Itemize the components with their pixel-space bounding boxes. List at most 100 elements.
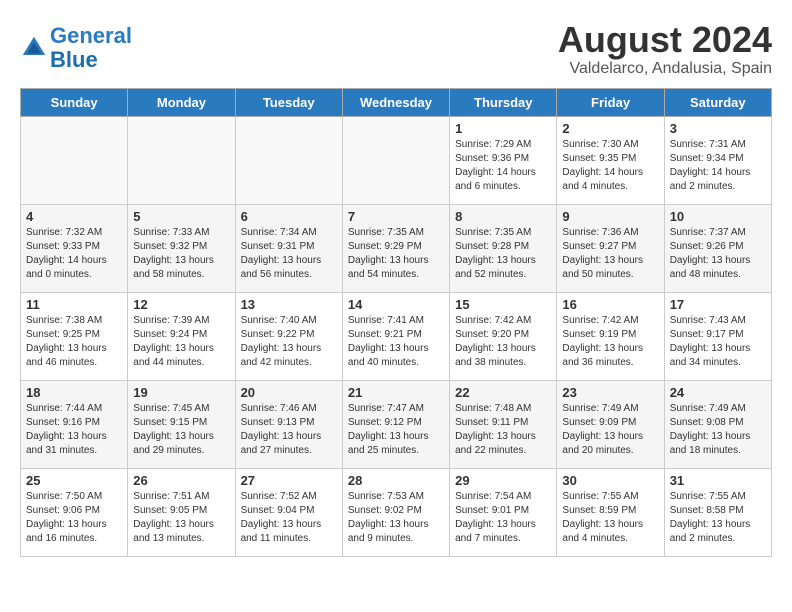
day-number: 24	[670, 385, 766, 400]
day-number: 4	[26, 209, 122, 224]
weekday-header-row: SundayMondayTuesdayWednesdayThursdayFrid…	[21, 88, 772, 116]
calendar-cell: 27 Sunrise: 7:52 AM Sunset: 9:04 PM Dayli…	[235, 468, 342, 556]
calendar-cell: 4 Sunrise: 7:32 AM Sunset: 9:33 PM Daylig…	[21, 204, 128, 292]
day-info: Sunrise: 7:35 AM Sunset: 9:29 PM Dayligh…	[348, 226, 444, 282]
day-info: Sunrise: 7:46 AM Sunset: 9:13 PM Dayligh…	[241, 402, 337, 458]
calendar-cell: 6Sunrise: 7:34 AM Sunset: 9:31 PM Daylig…	[235, 204, 342, 292]
day-info: Sunrise: 7:43 AM Sunset: 9:17 PM Dayligh…	[670, 314, 766, 370]
day-info: Sunrise: 7:54 AM Sunset: 9:01 PM Dayligh…	[455, 490, 551, 546]
weekday-header-tuesday: Tuesday	[235, 88, 342, 116]
calendar-week-3: 11Sunrise: 7:38 AM Sunset: 9:25 PM Dayli…	[21, 292, 772, 380]
calendar-cell: 19 Sunrise: 7:45 AM Sunset: 9:15 PM Dayli…	[128, 380, 235, 468]
calendar-table: SundayMondayTuesdayWednesdayThursdayFrid…	[20, 88, 772, 557]
calendar-cell: 8Sunrise: 7:35 AM Sunset: 9:28 PM Daylig…	[450, 204, 557, 292]
day-info: Sunrise: 7:32 AM Sunset: 9:33 PM Dayligh…	[26, 226, 122, 282]
calendar-cell: 23 Sunrise: 7:49 AM Sunset: 9:09 PM Dayli…	[557, 380, 664, 468]
day-info: Sunrise: 7:39 AM Sunset: 9:24 PM Dayligh…	[133, 314, 229, 370]
header: General Blue August 2024 Valdelarco, And…	[20, 20, 772, 78]
day-number: 31	[670, 473, 766, 488]
calendar-cell: 28 Sunrise: 7:53 AM Sunset: 9:02 PM Dayli…	[342, 468, 449, 556]
day-number: 15	[455, 297, 551, 312]
day-info: Sunrise: 7:51 AM Sunset: 9:05 PM Dayligh…	[133, 490, 229, 546]
day-info: Sunrise: 7:48 AM Sunset: 9:11 PM Dayligh…	[455, 402, 551, 458]
logo-icon	[20, 34, 48, 62]
calendar-cell: 14Sunrise: 7:41 AM Sunset: 9:21 PM Dayli…	[342, 292, 449, 380]
calendar-week-4: 18 Sunrise: 7:44 AM Sunset: 9:16 PM Dayli…	[21, 380, 772, 468]
day-number: 12	[133, 297, 229, 312]
day-number: 8	[455, 209, 551, 224]
day-info: Sunrise: 7:30 AM Sunset: 9:35 PM Dayligh…	[562, 138, 658, 194]
weekday-header-sunday: Sunday	[21, 88, 128, 116]
day-info: Sunrise: 7:37 AM Sunset: 9:26 PM Dayligh…	[670, 226, 766, 282]
day-info: Sunrise: 7:52 AM Sunset: 9:04 PM Dayligh…	[241, 490, 337, 546]
day-info: Sunrise: 7:49 AM Sunset: 9:09 PM Dayligh…	[562, 402, 658, 458]
day-number: 10	[670, 209, 766, 224]
day-info: Sunrise: 7:33 AM Sunset: 9:32 PM Dayligh…	[133, 226, 229, 282]
day-number: 2	[562, 121, 658, 136]
logo-text: General Blue	[50, 24, 132, 72]
weekday-header-saturday: Saturday	[664, 88, 771, 116]
day-info: Sunrise: 7:41 AM Sunset: 9:21 PM Dayligh…	[348, 314, 444, 370]
calendar-cell: 18 Sunrise: 7:44 AM Sunset: 9:16 PM Dayli…	[21, 380, 128, 468]
day-info: Sunrise: 7:47 AM Sunset: 9:12 PM Dayligh…	[348, 402, 444, 458]
calendar-cell: 10 Sunrise: 7:37 AM Sunset: 9:26 PM Dayli…	[664, 204, 771, 292]
day-info: Sunrise: 7:49 AM Sunset: 9:08 PM Dayligh…	[670, 402, 766, 458]
month-year: August 2024	[558, 20, 772, 60]
day-number: 7	[348, 209, 444, 224]
day-number: 28	[348, 473, 444, 488]
day-info: Sunrise: 7:55 AM Sunset: 8:59 PM Dayligh…	[562, 490, 658, 546]
page: General Blue August 2024 Valdelarco, And…	[0, 0, 792, 567]
day-info: Sunrise: 7:29 AM Sunset: 9:36 PM Dayligh…	[455, 138, 551, 194]
calendar-cell: 20 Sunrise: 7:46 AM Sunset: 9:13 PM Dayli…	[235, 380, 342, 468]
location: Valdelarco, Andalusia, Spain	[558, 60, 772, 78]
calendar-cell	[342, 116, 449, 204]
day-number: 16	[562, 297, 658, 312]
weekday-header-wednesday: Wednesday	[342, 88, 449, 116]
day-number: 3	[670, 121, 766, 136]
day-info: Sunrise: 7:55 AM Sunset: 8:58 PM Dayligh…	[670, 490, 766, 546]
day-number: 27	[241, 473, 337, 488]
day-number: 23	[562, 385, 658, 400]
calendar-cell: 9Sunrise: 7:36 AM Sunset: 9:27 PM Daylig…	[557, 204, 664, 292]
day-number: 19	[133, 385, 229, 400]
day-number: 20	[241, 385, 337, 400]
calendar-cell: 13Sunrise: 7:40 AM Sunset: 9:22 PM Dayli…	[235, 292, 342, 380]
day-info: Sunrise: 7:53 AM Sunset: 9:02 PM Dayligh…	[348, 490, 444, 546]
day-info: Sunrise: 7:42 AM Sunset: 9:20 PM Dayligh…	[455, 314, 551, 370]
day-number: 21	[348, 385, 444, 400]
day-number: 5	[133, 209, 229, 224]
calendar-cell: 30 Sunrise: 7:55 AM Sunset: 8:59 PM Dayli…	[557, 468, 664, 556]
weekday-header-friday: Friday	[557, 88, 664, 116]
calendar-cell: 2 Sunrise: 7:30 AM Sunset: 9:35 PM Daylig…	[557, 116, 664, 204]
calendar-week-5: 25Sunrise: 7:50 AM Sunset: 9:06 PM Dayli…	[21, 468, 772, 556]
day-info: Sunrise: 7:31 AM Sunset: 9:34 PM Dayligh…	[670, 138, 766, 194]
calendar-cell: 12 Sunrise: 7:39 AM Sunset: 9:24 PM Dayli…	[128, 292, 235, 380]
calendar-cell: 11Sunrise: 7:38 AM Sunset: 9:25 PM Dayli…	[21, 292, 128, 380]
calendar-cell: 22Sunrise: 7:48 AM Sunset: 9:11 PM Dayli…	[450, 380, 557, 468]
calendar-cell: 21 Sunrise: 7:47 AM Sunset: 9:12 PM Dayli…	[342, 380, 449, 468]
day-number: 26	[133, 473, 229, 488]
day-number: 6	[241, 209, 337, 224]
day-info: Sunrise: 7:45 AM Sunset: 9:15 PM Dayligh…	[133, 402, 229, 458]
day-number: 30	[562, 473, 658, 488]
calendar-cell	[21, 116, 128, 204]
calendar-cell: 24 Sunrise: 7:49 AM Sunset: 9:08 PM Dayli…	[664, 380, 771, 468]
calendar-cell: 16 Sunrise: 7:42 AM Sunset: 9:19 PM Dayli…	[557, 292, 664, 380]
calendar-cell: 7 Sunrise: 7:35 AM Sunset: 9:29 PM Daylig…	[342, 204, 449, 292]
day-info: Sunrise: 7:44 AM Sunset: 9:16 PM Dayligh…	[26, 402, 122, 458]
calendar-cell: 5 Sunrise: 7:33 AM Sunset: 9:32 PM Daylig…	[128, 204, 235, 292]
calendar-week-2: 4 Sunrise: 7:32 AM Sunset: 9:33 PM Daylig…	[21, 204, 772, 292]
weekday-header-monday: Monday	[128, 88, 235, 116]
weekday-header-thursday: Thursday	[450, 88, 557, 116]
day-number: 18	[26, 385, 122, 400]
calendar-cell: 15 Sunrise: 7:42 AM Sunset: 9:20 PM Dayli…	[450, 292, 557, 380]
calendar-cell: 25Sunrise: 7:50 AM Sunset: 9:06 PM Dayli…	[21, 468, 128, 556]
logo: General Blue	[20, 24, 132, 72]
day-number: 17	[670, 297, 766, 312]
day-info: Sunrise: 7:42 AM Sunset: 9:19 PM Dayligh…	[562, 314, 658, 370]
day-info: Sunrise: 7:40 AM Sunset: 9:22 PM Dayligh…	[241, 314, 337, 370]
day-info: Sunrise: 7:50 AM Sunset: 9:06 PM Dayligh…	[26, 490, 122, 546]
day-number: 11	[26, 297, 122, 312]
title-area: August 2024 Valdelarco, Andalusia, Spain	[558, 20, 772, 78]
day-number: 1	[455, 121, 551, 136]
